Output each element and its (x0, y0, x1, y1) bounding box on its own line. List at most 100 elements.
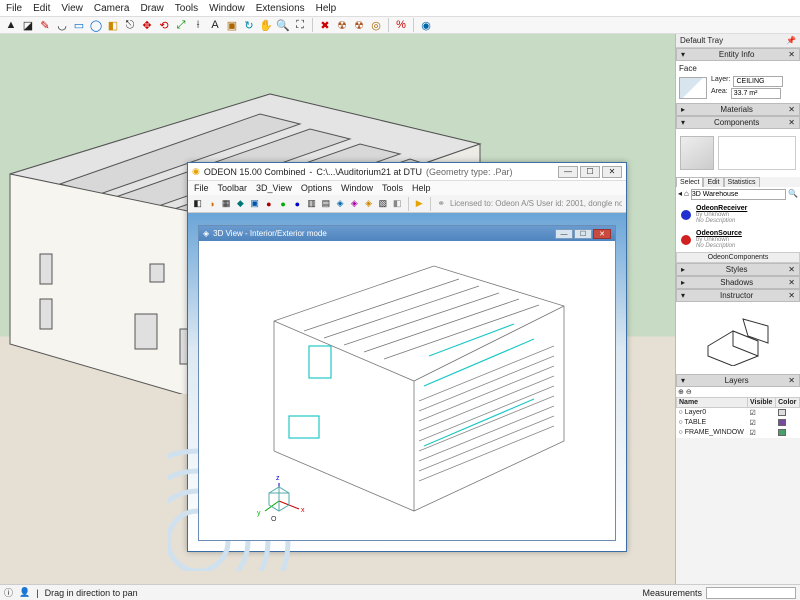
add-layer-icon[interactable]: ⊕ (678, 389, 684, 396)
orbit-icon[interactable]: ↻ (242, 18, 256, 32)
remove-layer-icon[interactable]: ⊖ (686, 389, 692, 396)
scale-icon[interactable]: ⤢ (174, 18, 188, 32)
table-row[interactable]: ○ TABLE☑ (677, 418, 800, 428)
entity-info-panel-header[interactable]: ▾Entity Info✕ (676, 48, 800, 61)
rotate-icon[interactable]: ⟲ (157, 18, 171, 32)
tray-header[interactable]: Default Tray 📌 (676, 34, 800, 48)
circle-icon[interactable]: ◯ (89, 18, 103, 32)
component-group-label[interactable]: OdeonComponents (676, 252, 800, 263)
odeon-minimize-button[interactable]: — (558, 166, 578, 178)
warehouse-search-input[interactable] (691, 189, 786, 200)
odeon-tb-icon[interactable]: ◈ (335, 197, 346, 210)
table-row[interactable]: ○ FRAME_WINDOW☑ (677, 428, 800, 438)
view3d-maximize-button[interactable]: ☐ (574, 229, 592, 239)
home-icon[interactable]: ⌂ (684, 189, 689, 200)
menu-file[interactable]: File (6, 3, 22, 14)
tab-edit[interactable]: Edit (703, 177, 723, 187)
select-icon[interactable]: ▲ (4, 18, 18, 32)
zoom-icon[interactable]: 🔍 (276, 18, 290, 32)
materials-panel-header[interactable]: ▸Materials✕ (676, 103, 800, 116)
view3d-minimize-button[interactable]: — (555, 229, 573, 239)
offset-icon[interactable]: ⎋ (123, 18, 137, 32)
menu-tools[interactable]: Tools (175, 3, 198, 14)
shadows-panel-header[interactable]: ▸Shadows✕ (676, 276, 800, 289)
odeon-menu-file[interactable]: File (194, 183, 209, 193)
search-icon[interactable]: 🔍 (788, 189, 798, 200)
menu-extensions[interactable]: Extensions (256, 3, 305, 14)
push-icon[interactable]: ◧ (106, 18, 120, 32)
line-icon[interactable]: ✎ (38, 18, 52, 32)
odeon-tb-icon[interactable]: ▦ (221, 197, 232, 210)
zoom-extents-icon[interactable]: ⛶ (293, 18, 307, 32)
plugin-icon-2[interactable]: ☢ (335, 18, 349, 32)
menu-draw[interactable]: Draw (140, 3, 163, 14)
instructor-body (676, 302, 800, 374)
odeon-menu-3dview[interactable]: 3D_View (256, 183, 292, 193)
view3d-canvas[interactable]: x y z O (199, 241, 615, 540)
area-input[interactable] (731, 88, 781, 99)
menu-view[interactable]: View (61, 3, 83, 14)
odeon-tb-icon[interactable]: ◆ (235, 197, 246, 210)
tab-statistics[interactable]: Statistics (724, 177, 760, 187)
status-user-icon[interactable]: 👤 (19, 587, 30, 598)
pan-icon[interactable]: ✋ (259, 18, 273, 32)
component-item[interactable]: OdeonSource by Unknown No Description (676, 227, 800, 252)
main-viewport[interactable]: ◉ ODEON 15.00 Combined - C:\...\Auditori… (0, 34, 675, 584)
odeon-tb-icon[interactable]: ◧ (192, 197, 203, 210)
odeon-tb-icon[interactable]: ● (278, 197, 289, 210)
tray-pin-icon[interactable]: 📌 (786, 36, 796, 45)
components-panel-header[interactable]: ▾Components✕ (676, 116, 800, 129)
odeon-window[interactable]: ◉ ODEON 15.00 Combined - C:\...\Auditori… (187, 162, 627, 552)
view3d-close-button[interactable]: ✕ (593, 229, 611, 239)
odeon-tb-icon[interactable]: ◑ (206, 197, 217, 210)
odeon-icon[interactable]: ◉ (419, 18, 433, 32)
odeon-titlebar[interactable]: ◉ ODEON 15.00 Combined - C:\...\Auditori… (188, 163, 626, 181)
menu-window[interactable]: Window (209, 3, 245, 14)
odeon-menu-help[interactable]: Help (412, 183, 431, 193)
odeon-menu-toolbar[interactable]: Toolbar (218, 183, 248, 193)
odeon-tb-icon[interactable]: ▧ (377, 197, 388, 210)
face-thumbnail[interactable] (679, 77, 707, 99)
paint-icon[interactable]: ▣ (225, 18, 239, 32)
odeon-tb-icon[interactable]: ◈ (363, 197, 374, 210)
plugin-icon-3[interactable]: ☢ (352, 18, 366, 32)
layers-panel-header[interactable]: ▾Layers✕ (676, 374, 800, 387)
odeon-tb-arrow-icon[interactable]: ▶ (414, 197, 425, 210)
layer-input[interactable] (733, 76, 783, 87)
tape-icon[interactable]: ⟊ (191, 18, 205, 32)
odeon-tb-icon[interactable]: ◈ (349, 197, 360, 210)
rect-icon[interactable]: ▭ (72, 18, 86, 32)
tab-select[interactable]: Select (676, 177, 703, 187)
status-info-icon[interactable]: ⓘ (4, 586, 13, 599)
table-row[interactable]: ○ Layer0☑ (677, 408, 800, 418)
odeon-close-button[interactable]: ✕ (602, 166, 622, 178)
odeon-tb-link-icon[interactable]: ⚭ (436, 197, 447, 210)
odeon-tb-icon[interactable]: ● (292, 197, 303, 210)
arc-icon[interactable]: ◡ (55, 18, 69, 32)
plugin-icon-4[interactable]: ◎ (369, 18, 383, 32)
odeon-tb-icon[interactable]: ▤ (320, 197, 331, 210)
menu-help[interactable]: Help (316, 3, 337, 14)
plugin-icon-5[interactable]: % (394, 18, 408, 32)
text-icon[interactable]: A (208, 18, 222, 32)
odeon-menu-window[interactable]: Window (341, 183, 373, 193)
odeon-maximize-button[interactable]: ☐ (580, 166, 600, 178)
view3d-titlebar[interactable]: ◈ 3D View - Interior/Exterior mode — ☐ ✕ (199, 226, 615, 241)
odeon-tb-icon[interactable]: ▥ (306, 197, 317, 210)
odeon-tb-icon[interactable]: ● (263, 197, 274, 210)
view3d-window[interactable]: ◈ 3D View - Interior/Exterior mode — ☐ ✕ (198, 225, 616, 541)
menu-camera[interactable]: Camera (94, 3, 130, 14)
odeon-menu-tools[interactable]: Tools (382, 183, 403, 193)
styles-panel-header[interactable]: ▸Styles✕ (676, 263, 800, 276)
eraser-icon[interactable]: ◪ (21, 18, 35, 32)
component-item[interactable]: OdeonReceiver by Unknown No Description (676, 202, 800, 227)
plugin-icon-1[interactable]: ✖ (318, 18, 332, 32)
nav-back-icon[interactable]: ◂ (678, 189, 682, 200)
odeon-tb-icon[interactable]: ▣ (249, 197, 260, 210)
menu-edit[interactable]: Edit (33, 3, 50, 14)
instructor-panel-header[interactable]: ▾Instructor✕ (676, 289, 800, 302)
odeon-tb-icon[interactable]: ◧ (392, 197, 403, 210)
odeon-menu-options[interactable]: Options (301, 183, 332, 193)
move-icon[interactable]: ✥ (140, 18, 154, 32)
measurements-input[interactable] (706, 587, 796, 599)
